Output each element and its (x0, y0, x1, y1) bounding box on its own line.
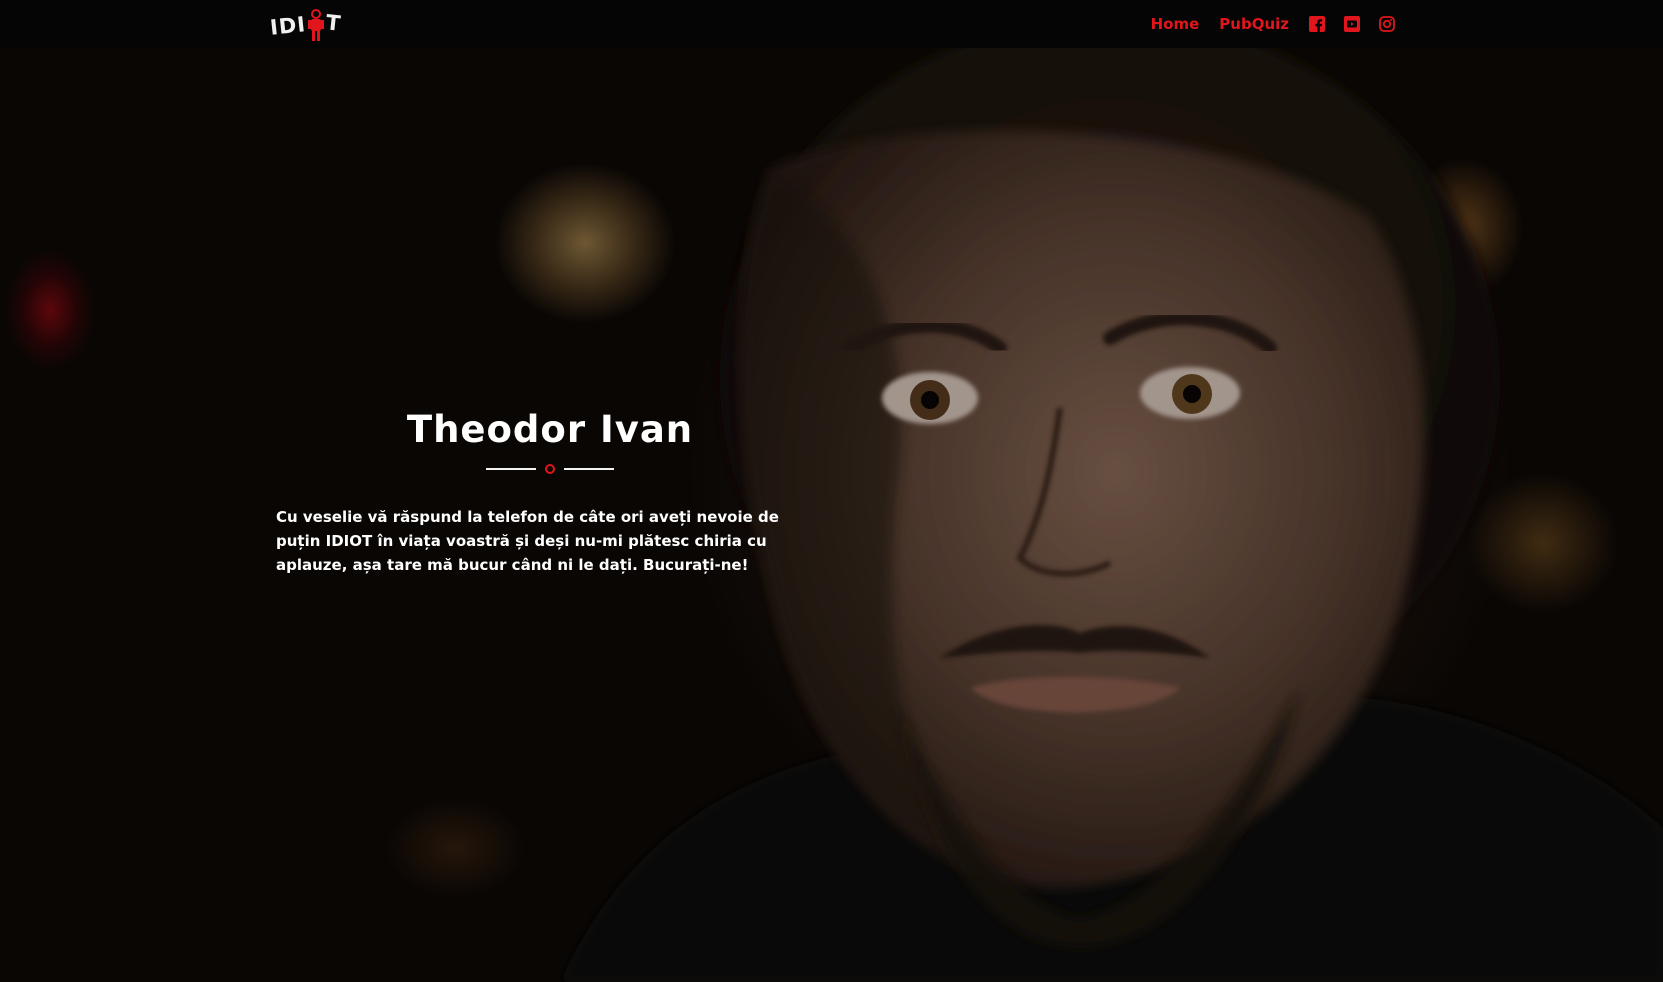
facebook-icon[interactable] (1309, 16, 1325, 32)
hero-title: Theodor Ivan (406, 408, 694, 451)
divider-line-right (564, 468, 614, 470)
hero-section: Theodor Ivan Cu veselie vă răspund la te… (0, 48, 1663, 982)
logo-text-right: T (324, 10, 342, 36)
site-logo[interactable]: IDI T (268, 9, 342, 43)
nav-link-home[interactable]: Home (1151, 15, 1200, 33)
divider-line-left (486, 468, 536, 470)
logo-text-left: IDI (268, 12, 308, 40)
title-divider (270, 461, 830, 477)
instagram-icon[interactable] (1379, 16, 1395, 32)
divider-circle-icon (545, 464, 555, 474)
page: IDI T Home PubQuiz Theodor Ivan Cu vesel… (0, 0, 1663, 982)
logo-figure-icon (307, 9, 325, 43)
hero-content: Theodor Ivan Cu veselie vă răspund la te… (270, 408, 830, 577)
social-links (1309, 16, 1395, 32)
youtube-icon[interactable] (1344, 16, 1360, 32)
hero-dark-overlay (0, 48, 1663, 982)
nav-link-pubquiz[interactable]: PubQuiz (1219, 15, 1289, 33)
top-navbar: IDI T Home PubQuiz (0, 0, 1663, 48)
hero-description: Cu veselie vă răspund la telefon de câte… (276, 508, 779, 574)
main-nav: Home PubQuiz (1151, 0, 1395, 48)
